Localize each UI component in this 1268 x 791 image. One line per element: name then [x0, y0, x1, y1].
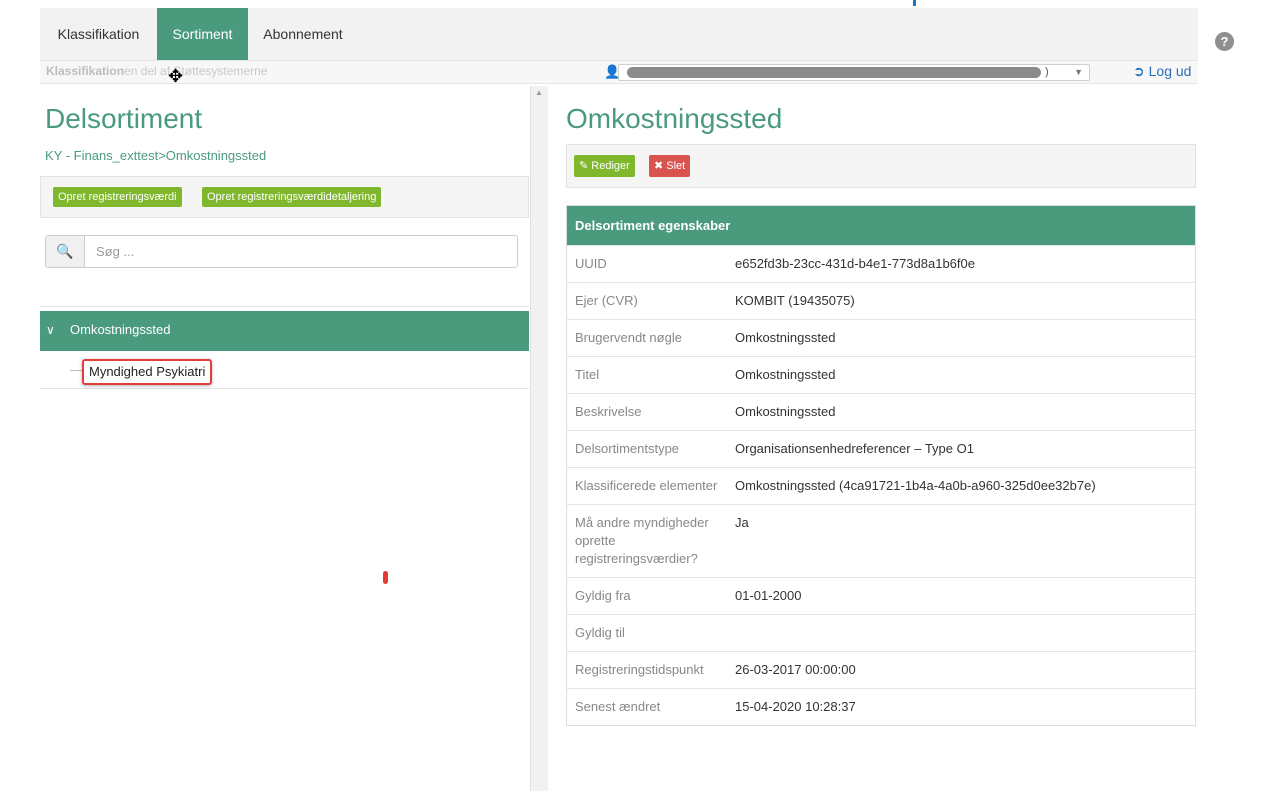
decorative-dot: [913, 0, 916, 6]
property-label: Gyldig til: [575, 625, 625, 640]
action-toolbar: Opret registreringsværdi Opret registrer…: [40, 176, 529, 218]
property-value: Omkostningssted (4ca91721-1b4a-4a0b-a960…: [735, 478, 1096, 493]
property-label: Ejer (CVR): [575, 293, 638, 308]
edit-icon: ✎: [579, 160, 589, 172]
logout-icon: ➲: [1133, 63, 1145, 79]
logout-link[interactable]: ➲ Log ud: [1133, 63, 1191, 80]
help-icon[interactable]: ?: [1215, 32, 1234, 51]
panel-title: Delsortiment egenskaber: [567, 206, 1195, 245]
property-value: 01-01-2000: [735, 588, 802, 603]
property-label: Senest ændret: [575, 699, 661, 714]
property-label: Delsortimentstype: [575, 441, 680, 456]
property-row: Må andre myndigheder oprette registrerin…: [567, 504, 1195, 577]
property-label: Brugervendt nøgle: [575, 330, 682, 345]
property-row: Senest ændret 15-04-2020 10:28:37: [567, 688, 1195, 725]
property-value: Omkostningssted: [735, 330, 836, 345]
tab-sortiment[interactable]: Sortiment: [157, 8, 248, 60]
user-select-value: ): [1045, 66, 1049, 78]
tree-root-node[interactable]: ∨ Omkostningssted: [40, 311, 529, 351]
close-icon: ✖: [654, 160, 664, 172]
property-value: KOMBIT (19435075): [735, 293, 855, 308]
chevron-down-icon: ▼: [1074, 67, 1083, 77]
red-marker: [383, 571, 388, 584]
property-label: Beskrivelse: [575, 404, 642, 419]
property-row: Titel Omkostningssted: [567, 356, 1195, 393]
property-label: Titel: [575, 367, 600, 382]
page-title: Delsortiment: [45, 103, 203, 134]
property-value: 15-04-2020 10:28:37: [735, 699, 856, 714]
property-value: e652fd3b-23cc-431d-b4e1-773d8a1b6f0e: [735, 256, 975, 271]
scrollbar[interactable]: ▲: [530, 86, 548, 791]
property-label: Klassificerede elementer: [575, 478, 718, 493]
property-row: UUID e652fd3b-23cc-431d-b4e1-773d8a1b6f0e: [567, 245, 1195, 282]
property-row: Registreringstidspunkt 26-03-2017 00:00:0…: [567, 651, 1195, 688]
property-value: Omkostningssted: [735, 404, 836, 419]
detail-title: Omkostningssted: [566, 103, 783, 134]
left-panel: Delsortiment KY - Finans_exttest>Omkostn…: [40, 86, 530, 791]
property-label: Må andre myndigheder oprette registrerin…: [575, 515, 709, 566]
system-subtitle: Klassifikationen del af Støttesystemerne: [46, 64, 268, 78]
property-row: Gyldig fra 01-01-2000: [567, 577, 1195, 614]
tree-connector: [70, 370, 82, 371]
create-detail-button[interactable]: Opret registreringsværdidetaljering: [202, 187, 382, 207]
property-row: Brugervendt nøgle Omkostningssted: [567, 319, 1195, 356]
property-value: [729, 615, 1195, 651]
divider: [40, 306, 529, 307]
scroll-up-icon[interactable]: ▲: [535, 88, 543, 97]
sub-header-bar: Klassifikationen del af Støttesystemerne…: [40, 60, 1198, 84]
create-value-button[interactable]: Opret registreringsværdi: [53, 187, 182, 207]
edit-button[interactable]: ✎ Rediger: [574, 155, 635, 177]
chevron-down-icon[interactable]: ∨: [46, 311, 55, 349]
tree-child-node[interactable]: Myndighed Psykiatri: [82, 359, 213, 385]
mouse-cursor-icon: ✥: [168, 66, 184, 86]
property-row: Delsortimentstype Organisationsenhedrefer…: [567, 430, 1195, 467]
tree-child-row: Myndighed Psykiatri: [40, 351, 529, 389]
property-label: Gyldig fra: [575, 588, 631, 603]
redacted-user-name: [627, 67, 1041, 78]
tab-klassifikation[interactable]: Klassifikation: [40, 8, 157, 60]
top-navigation: Klassifikation Sortiment Abonnement ?: [40, 8, 1234, 60]
property-value: 26-03-2017 00:00:00: [735, 662, 856, 677]
detail-toolbar: ✎ Rediger ✖ Slet: [566, 144, 1196, 188]
tree-root-label: Omkostningssted: [70, 322, 171, 337]
property-row: Ejer (CVR) KOMBIT (19435075): [567, 282, 1195, 319]
user-select[interactable]: ) ▼: [618, 64, 1090, 81]
property-row: Beskrivelse Omkostningssted: [567, 393, 1195, 430]
property-value: Organisationsenhedreferencer – Type O1: [735, 441, 974, 456]
tab-abonnement[interactable]: Abonnement: [248, 8, 358, 60]
breadcrumb[interactable]: KY - Finans_exttest>Omkostningssted: [45, 148, 266, 163]
properties-panel: Delsortiment egenskaber UUID e652fd3b-23c…: [566, 205, 1196, 726]
property-label: UUID: [575, 256, 607, 271]
property-label: Registreringstidspunkt: [575, 662, 704, 677]
property-value: Omkostningssted: [735, 367, 836, 382]
search-box: 🔍: [45, 235, 518, 268]
search-icon: 🔍: [46, 236, 85, 267]
search-input[interactable]: [94, 243, 498, 260]
property-row: Gyldig til: [567, 614, 1195, 651]
property-value: Ja: [735, 515, 749, 530]
property-row: Klassificerede elementer Omkostningssted …: [567, 467, 1195, 504]
delete-button[interactable]: ✖ Slet: [649, 155, 691, 177]
